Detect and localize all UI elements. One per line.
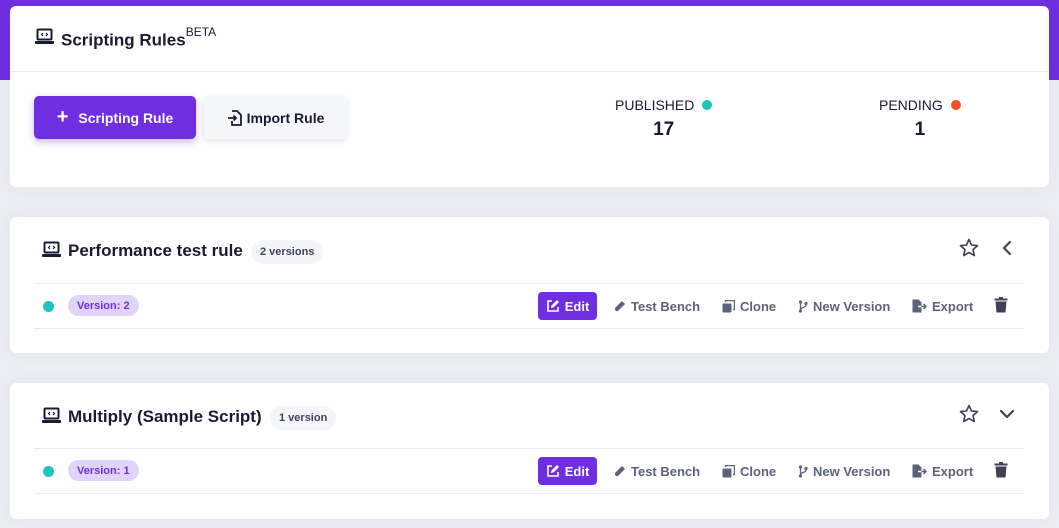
edit-label: Edit — [564, 298, 590, 314]
rule-header[interactable]: Performance test rule 2 versions — [34, 217, 1024, 284]
laptop-code-icon — [42, 407, 61, 423]
published-stat: PUBLISHED 17 — [615, 97, 713, 141]
rule-name: Performance test rule — [68, 241, 243, 260]
edit-icon — [546, 300, 559, 312]
header-title-row: Scripting RulesBETA — [10, 6, 1049, 72]
version-status-dot — [43, 466, 54, 477]
new-version-label: New Version — [813, 463, 891, 479]
vial-icon — [614, 466, 625, 477]
version-status-dot — [43, 301, 54, 312]
version-row: Version: 2 Edit Test Bench Clone New Ver… — [34, 284, 1024, 329]
file-export-icon — [912, 464, 927, 478]
import-rule-button[interactable]: Import Rule — [204, 96, 347, 139]
trash-icon[interactable] — [994, 297, 1008, 313]
trash-icon[interactable] — [994, 462, 1008, 478]
plus-icon: + — [56, 105, 69, 128]
pending-stat: PENDING 1 — [879, 97, 961, 141]
star-icon[interactable] — [958, 237, 980, 259]
export-button[interactable]: Export — [912, 292, 973, 320]
test-bench-button[interactable]: Test Bench — [614, 457, 700, 485]
new-version-label: New Version — [813, 298, 891, 314]
versions-count-badge: 1 version — [270, 406, 337, 430]
beta-label: BETA — [185, 25, 217, 39]
edit-icon — [546, 465, 559, 477]
rule-header[interactable]: Multiply (Sample Script) 1 version — [34, 383, 1024, 449]
rule-card: Performance test rule 2 versions Version… — [10, 217, 1049, 353]
page-title: Scripting RulesBETA — [61, 25, 217, 51]
clone-button[interactable]: Clone — [722, 457, 776, 485]
add-scripting-rule-button[interactable]: + Scripting Rule — [34, 96, 196, 139]
laptop-code-icon — [42, 241, 61, 257]
chevron-left-icon[interactable] — [996, 237, 1018, 259]
chevron-down-icon[interactable] — [996, 403, 1018, 425]
laptop-code-icon — [35, 28, 54, 44]
clone-button[interactable]: Clone — [722, 292, 776, 320]
new-version-button[interactable]: New Version — [798, 292, 890, 320]
edit-label: Edit — [564, 463, 590, 479]
scripting-rules-header-card: Scripting RulesBETA + Scripting Rule Imp… — [10, 6, 1049, 187]
published-status-dot — [702, 100, 713, 110]
published-count: 17 — [653, 119, 675, 140]
published-label-text: PUBLISHED — [615, 97, 695, 113]
rule-card: Multiply (Sample Script) 1 version Versi… — [10, 383, 1049, 519]
edit-button[interactable]: Edit — [538, 292, 597, 320]
pending-count: 1 — [914, 119, 926, 140]
published-label: PUBLISHED — [615, 97, 713, 113]
star-icon[interactable] — [958, 403, 980, 425]
file-export-icon — [912, 299, 927, 313]
import-rule-label: Import Rule — [246, 109, 325, 126]
pending-label: PENDING — [879, 97, 961, 113]
code-branch-icon — [798, 299, 808, 313]
file-import-icon — [227, 109, 242, 126]
clone-icon — [722, 299, 735, 312]
pending-status-dot — [950, 100, 961, 110]
test-bench-label: Test Bench — [631, 463, 701, 479]
export-label: Export — [932, 298, 974, 314]
version-badge: Version: 1 — [68, 460, 139, 481]
test-bench-label: Test Bench — [631, 298, 701, 314]
vial-icon — [614, 301, 625, 312]
pending-label-text: PENDING — [879, 97, 943, 113]
export-button[interactable]: Export — [912, 457, 973, 485]
edit-button[interactable]: Edit — [538, 457, 597, 485]
test-bench-button[interactable]: Test Bench — [614, 292, 700, 320]
add-scripting-rule-label: Scripting Rule — [78, 109, 174, 126]
version-row: Version: 1 Edit Test Bench Clone New Ver… — [34, 449, 1024, 494]
code-branch-icon — [798, 464, 808, 478]
versions-count-badge: 2 versions — [251, 240, 324, 264]
clone-label: Clone — [740, 463, 777, 479]
version-badge: Version: 2 — [68, 295, 139, 316]
page-title-text: Scripting Rules — [61, 30, 186, 50]
clone-label: Clone — [740, 298, 777, 314]
rule-name: Multiply (Sample Script) — [68, 407, 262, 426]
clone-icon — [722, 464, 735, 477]
new-version-button[interactable]: New Version — [798, 457, 890, 485]
export-label: Export — [932, 463, 974, 479]
